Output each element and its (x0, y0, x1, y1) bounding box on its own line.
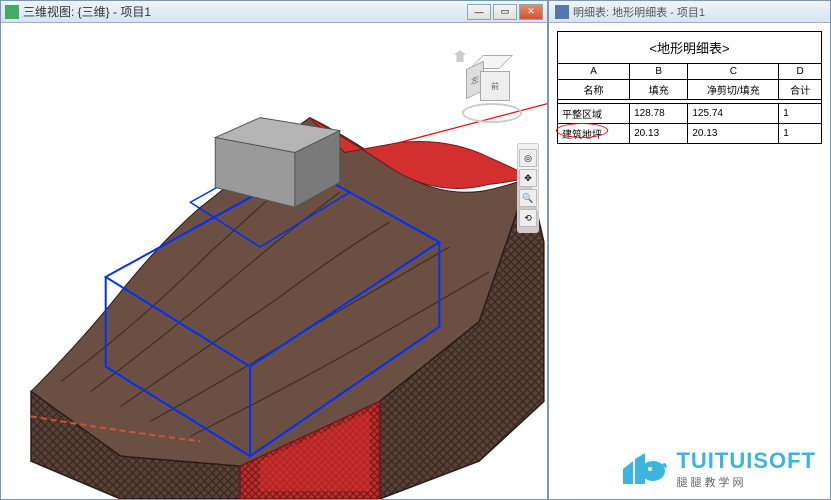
3d-view-titlebar: 三维视图: {三维} - 项目1 — ▭ ✕ (1, 1, 547, 23)
maximize-button[interactable]: ▭ (493, 4, 517, 20)
navigation-bar: ◎ ✥ 🔍 ⟲ (517, 143, 539, 233)
table-row[interactable]: 建筑地坪 20.13 20.13 1 (558, 124, 822, 144)
cell-netcut[interactable]: 125.74 (688, 104, 779, 124)
watermark-subtitle: 腿腿教学网 (676, 474, 816, 490)
close-button[interactable]: ✕ (519, 4, 543, 20)
col-letter[interactable]: B (630, 64, 688, 80)
col-header-total[interactable]: 合计 (779, 80, 822, 100)
col-letter[interactable]: C (688, 64, 779, 80)
table-row[interactable]: 平整区域 128.78 125.74 1 (558, 104, 822, 124)
app-icon (5, 5, 19, 19)
watermark-brand: TUITUISOFT (676, 448, 816, 474)
schedule-window-title: 明细表: 地形明细表 - 项目1 (573, 4, 705, 20)
watermark-logo (618, 449, 668, 489)
app-icon (555, 5, 569, 19)
minimize-button[interactable]: — (467, 4, 491, 20)
cell-total[interactable]: 1 (779, 104, 822, 124)
cell-fill[interactable]: 128.78 (630, 104, 688, 124)
col-letter[interactable]: D (779, 64, 822, 80)
table-col-letters-row: A B C D (558, 64, 822, 80)
watermark: TUITUISOFT 腿腿教学网 (618, 448, 816, 490)
cell-total[interactable]: 1 (779, 124, 822, 144)
cell-name[interactable]: 平整区域 (558, 104, 630, 124)
pan-icon[interactable]: ✥ (519, 169, 537, 187)
col-header-name[interactable]: 名称 (558, 80, 630, 100)
col-header-netcut[interactable]: 净剪切/填充 (688, 80, 779, 100)
orbit-icon[interactable]: ⟲ (519, 209, 537, 227)
schedule-table: A B C D 名称 填充 净剪切/填充 合计 平整区域 128.78 125.… (557, 63, 822, 144)
viewcube[interactable]: 左 前 (462, 58, 522, 118)
schedule-titlebar: 明细表: 地形明细表 - 项目1 (549, 1, 830, 23)
3d-view-window: 三维视图: {三维} - 项目1 — ▭ ✕ (0, 0, 548, 500)
col-letter[interactable]: A (558, 64, 630, 80)
table-header-row: 名称 填充 净剪切/填充 合计 (558, 80, 822, 100)
cell-fill[interactable]: 20.13 (630, 124, 688, 144)
col-header-fill[interactable]: 填充 (630, 80, 688, 100)
schedule-caption: <地形明细表> (557, 31, 822, 63)
3d-viewport[interactable]: 左 前 ◎ ✥ 🔍 ⟲ (1, 23, 547, 499)
viewcube-front[interactable]: 前 (480, 71, 510, 101)
3d-view-title: 三维视图: {三维} - 项目1 (23, 3, 467, 20)
steering-wheel-icon[interactable]: ◎ (519, 149, 537, 167)
cell-netcut[interactable]: 20.13 (688, 124, 779, 144)
schedule-window: 明细表: 地形明细表 - 项目1 <地形明细表> A B C D 名称 填充 净… (548, 0, 831, 500)
cell-name[interactable]: 建筑地坪 (558, 124, 630, 144)
zoom-icon[interactable]: 🔍 (519, 189, 537, 207)
viewcube-compass[interactable] (462, 103, 522, 123)
